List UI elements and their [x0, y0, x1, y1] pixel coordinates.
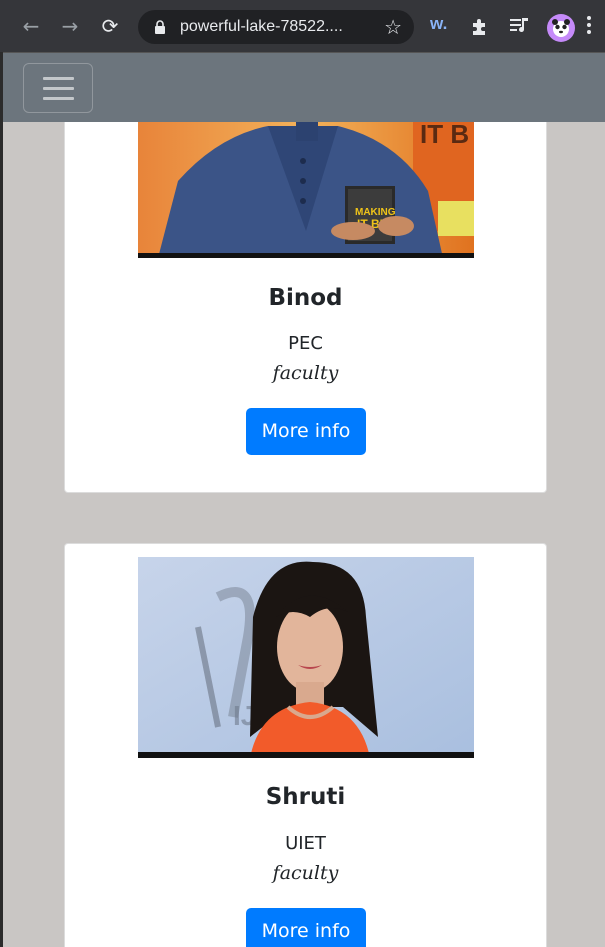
- address-bar[interactable]: powerful-lake-78522.... ☆: [138, 10, 414, 44]
- profile-avatar-icon[interactable]: [547, 14, 575, 42]
- hamburger-menu-icon[interactable]: [23, 63, 93, 113]
- svg-text:IT B: IT B: [420, 119, 469, 149]
- extensions-puzzle-icon[interactable]: [470, 16, 490, 36]
- person-name: Binod: [268, 285, 343, 311]
- person-card: IT B MAKING IT BIG Binod PEC faculty Mor…: [64, 80, 547, 493]
- back-icon[interactable]: ←: [19, 14, 43, 38]
- person-college: UIET: [285, 833, 326, 854]
- reload-icon[interactable]: ⟳: [98, 14, 122, 38]
- bookmark-star-icon[interactable]: ☆: [384, 15, 402, 39]
- more-info-button[interactable]: More info: [246, 908, 366, 947]
- more-info-button[interactable]: More info: [246, 408, 366, 455]
- person-name: Shruti: [265, 784, 346, 810]
- window-edge: [0, 52, 3, 947]
- browser-toolbar: ← → ⟳ powerful-lake-78522.... ☆ w.: [0, 0, 605, 52]
- person-card: IJT Shruti UIET faculty More info: [64, 543, 547, 947]
- person-role: faculty: [272, 862, 339, 884]
- lock-icon: [155, 20, 165, 34]
- person-college: PEC: [288, 333, 323, 354]
- media-queue-icon[interactable]: [509, 17, 531, 35]
- person-role: faculty: [272, 362, 339, 384]
- forward-icon[interactable]: →: [58, 14, 82, 38]
- url-text: powerful-lake-78522....: [180, 18, 343, 35]
- person-photo: IJT: [138, 557, 474, 758]
- extension-w-icon[interactable]: w.: [430, 14, 447, 34]
- browser-menu-icon[interactable]: [586, 14, 592, 38]
- site-navbar: [3, 52, 605, 122]
